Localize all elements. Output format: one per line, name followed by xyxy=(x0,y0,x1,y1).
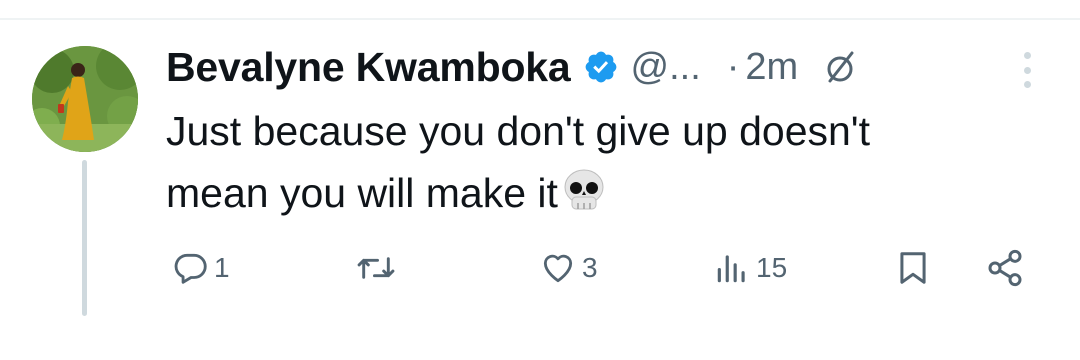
tweet-text: Just because you don't give up doesn't m… xyxy=(166,100,1046,224)
tweet-header: Bevalyne Kwamboka @... · 2m xyxy=(166,40,860,94)
views-button[interactable]: 15 xyxy=(712,244,787,292)
retweet-button[interactable] xyxy=(356,244,400,292)
share-icon xyxy=(988,249,1022,287)
more-icon[interactable] xyxy=(1012,48,1042,92)
thread-line xyxy=(82,160,87,316)
author-name[interactable]: Bevalyne Kwamboka xyxy=(166,44,571,91)
share-button[interactable] xyxy=(984,244,1026,292)
avatar-image xyxy=(32,46,138,152)
author-handle[interactable]: @... xyxy=(631,46,701,89)
retweet-icon xyxy=(357,257,395,279)
like-count: 3 xyxy=(582,252,598,283)
reply-icon xyxy=(174,253,207,284)
action-bar: 1 3 15 xyxy=(0,244,1080,292)
bookmark-icon xyxy=(900,252,926,284)
skull-emoji xyxy=(560,167,608,215)
like-button[interactable]: 3 xyxy=(538,244,598,292)
tweet-text-line-2-content: mean you will make it xyxy=(166,170,558,216)
avatar[interactable] xyxy=(32,46,138,152)
views-icon xyxy=(717,255,745,283)
tweet-text-line-2: mean you will make it xyxy=(166,162,1046,224)
tweet-text-line-1: Just because you don't give up doesn't xyxy=(166,108,871,154)
verified-badge-icon xyxy=(583,49,619,85)
tweet[interactable]: Bevalyne Kwamboka @... · 2m Just because… xyxy=(0,0,1080,360)
edited-icon xyxy=(820,47,860,87)
separator-dot: · xyxy=(726,45,740,88)
views-count: 15 xyxy=(756,252,788,283)
reply-button[interactable]: 1 xyxy=(172,244,230,292)
timestamp[interactable]: 2m xyxy=(745,46,798,89)
like-icon xyxy=(543,254,573,283)
reply-count: 1 xyxy=(214,252,230,283)
bookmark-button[interactable] xyxy=(894,244,932,292)
